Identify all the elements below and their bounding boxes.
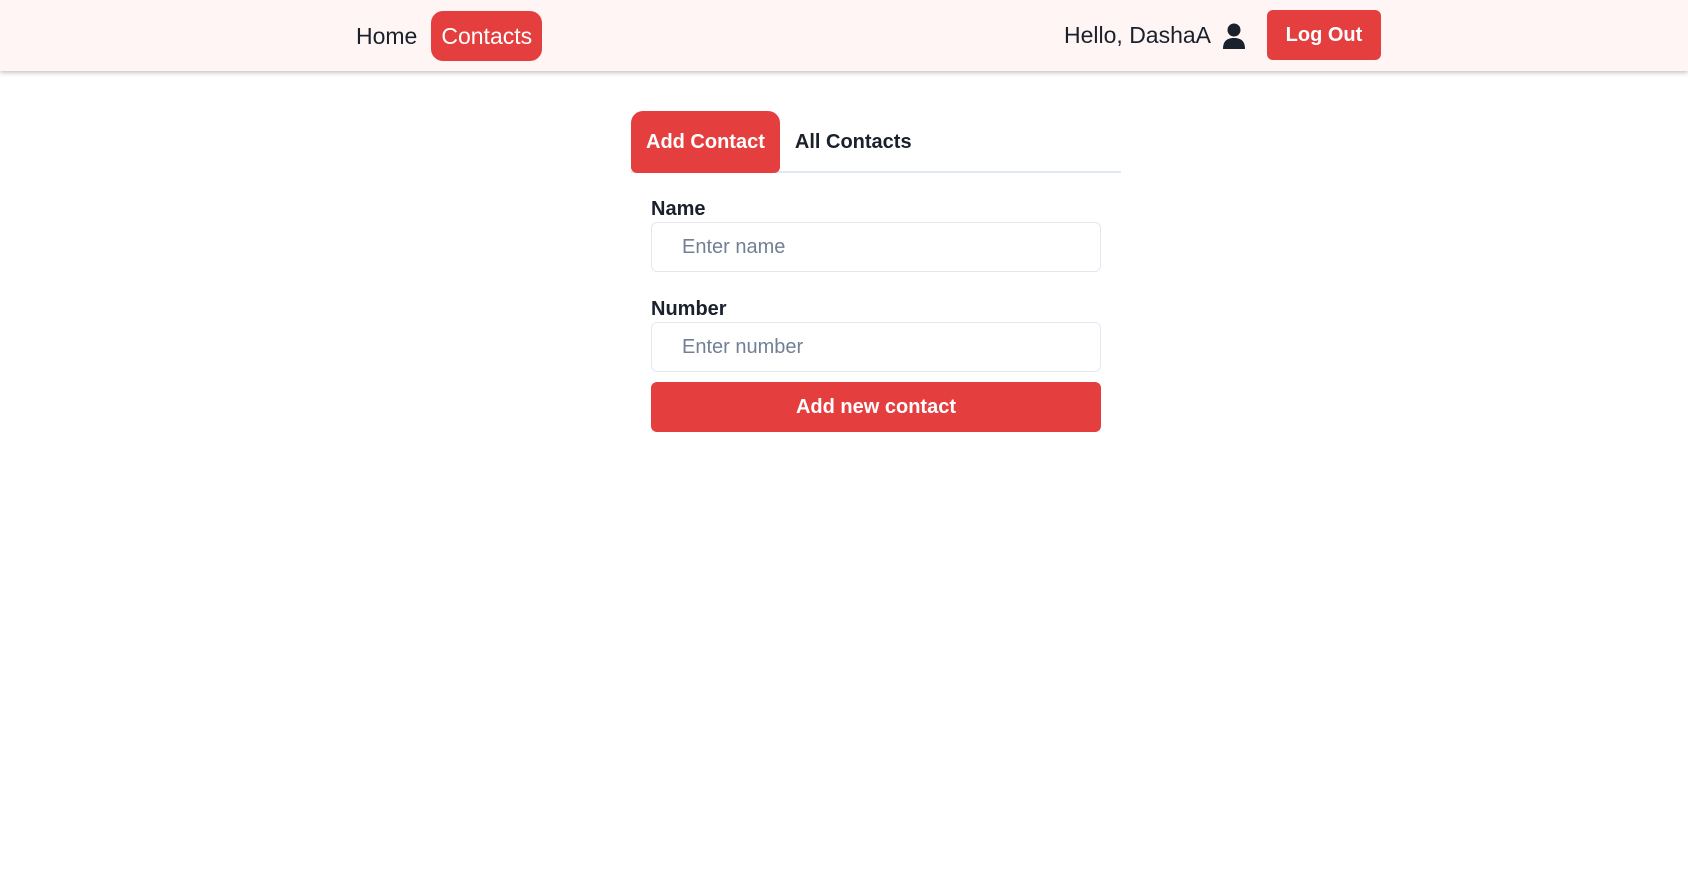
contacts-tabs: Add Contact All Contacts (631, 111, 1121, 173)
nav-link-contacts[interactable]: Contacts (431, 11, 543, 61)
logout-button[interactable]: Log Out (1267, 10, 1381, 60)
main-nav: Home Contacts (346, 11, 546, 61)
number-field-group: Number (651, 296, 1101, 372)
name-label: Name (651, 198, 706, 220)
number-input[interactable] (651, 322, 1101, 372)
user-greeting: Hello, DashaA (1064, 22, 1212, 48)
user-menu: Hello, DashaA (1064, 19, 1247, 52)
add-new-contact-button[interactable]: Add new contact (651, 382, 1101, 432)
user-icon (1221, 22, 1247, 50)
tab-all-contacts[interactable]: All Contacts (780, 111, 927, 173)
name-field-group: Name (651, 196, 1101, 272)
top-navbar: Home Contacts Hello, DashaA Log Out (0, 0, 1688, 71)
nav-link-home[interactable]: Home (346, 11, 427, 61)
add-contact-form: Name Number Add new contact (651, 196, 1101, 432)
number-label: Number (651, 298, 727, 320)
name-input[interactable] (651, 222, 1101, 272)
tab-add-contact[interactable]: Add Contact (631, 111, 780, 173)
